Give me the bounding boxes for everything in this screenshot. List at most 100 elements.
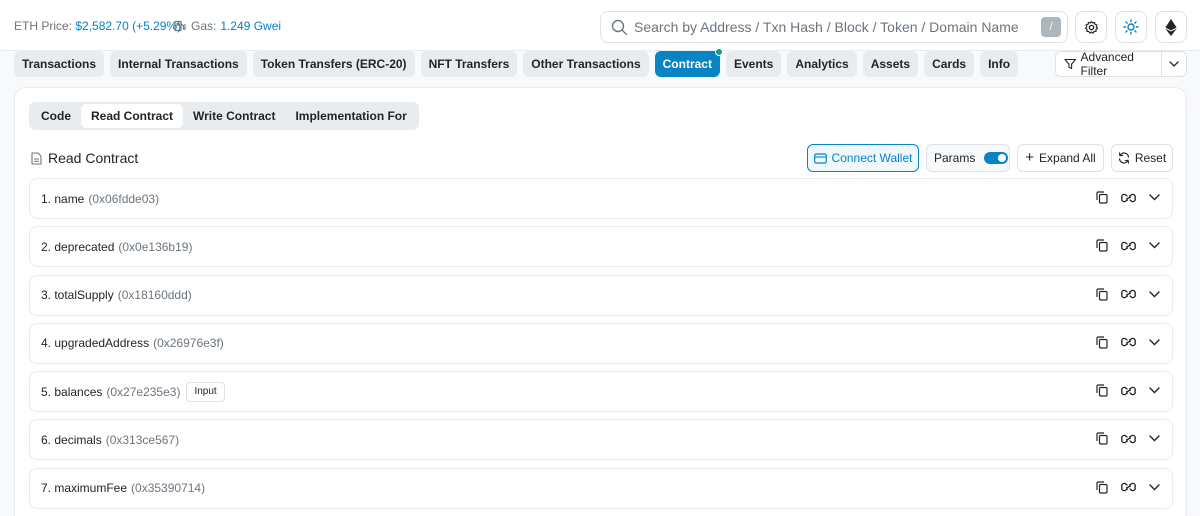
- method-selector: (0x35390714): [131, 481, 206, 496]
- method-name: 3. totalSupply: [41, 288, 114, 303]
- theme-toggle-button[interactable]: [1115, 11, 1147, 43]
- method-list: 1. name (0x06fdde03) 2. deprecated (0x0e…: [29, 178, 1173, 516]
- gas-value[interactable]: 1.249 Gwei: [220, 19, 281, 33]
- subtab-read-contract[interactable]: Read Contract: [81, 104, 184, 128]
- tab-label: NFT Transfers: [428, 57, 510, 71]
- eth-price: ETH Price: $2,582.70 (+5.29%): [14, 19, 181, 33]
- copy-icon[interactable]: [1096, 239, 1108, 252]
- tab-label: Contract: [662, 57, 712, 71]
- link-icon[interactable]: [1121, 433, 1136, 445]
- filter-icon: [1064, 58, 1077, 70]
- search-icon: [611, 19, 628, 36]
- method-name: 7. maximumFee: [41, 481, 128, 496]
- section-title-text: Read Contract: [48, 150, 139, 166]
- tab-assets[interactable]: Assets: [862, 51, 919, 77]
- link-icon[interactable]: [1121, 481, 1136, 493]
- params-label: Params: [934, 151, 976, 165]
- expand-all-button[interactable]: + Expand All: [1017, 144, 1104, 172]
- main-tabs: Transactions Internal Transactions Token…: [14, 48, 1019, 77]
- tab-transactions[interactable]: Transactions: [14, 51, 105, 77]
- method-row-3[interactable]: 3. totalSupply (0x18160ddd): [29, 274, 1173, 316]
- verified-dot: [714, 48, 723, 56]
- network-button[interactable]: [1155, 11, 1187, 43]
- copy-icon[interactable]: [1096, 432, 1108, 446]
- link-icon[interactable]: [1121, 192, 1136, 204]
- params-switch[interactable]: [984, 152, 1009, 164]
- gas-pump-icon: [174, 20, 186, 32]
- tab-label: Assets: [870, 57, 911, 71]
- subtab-write-contract[interactable]: Write Contract: [183, 104, 285, 128]
- method-name: 1. name: [41, 191, 85, 206]
- chevron-down-icon[interactable]: [1149, 290, 1160, 298]
- eth-price-value[interactable]: $2,582.70 (+5.29%): [75, 19, 181, 33]
- advanced-filter-label: Advanced Filter: [1080, 50, 1134, 78]
- contract-card: Code Read Contract Write Contract Implem…: [14, 87, 1187, 516]
- search-bar[interactable]: /: [600, 11, 1068, 43]
- subtab-label: Implementation For: [295, 109, 407, 123]
- link-icon[interactable]: [1121, 240, 1136, 252]
- link-icon[interactable]: [1121, 385, 1136, 397]
- gas-label: Gas:: [191, 19, 217, 33]
- tab-label: Internal Transactions: [118, 57, 239, 71]
- search-input[interactable]: [634, 19, 1041, 35]
- link-icon[interactable]: [1121, 288, 1136, 300]
- settings-button[interactable]: [1075, 11, 1107, 43]
- input-badge: Input: [186, 381, 225, 402]
- reset-button[interactable]: Reset: [1111, 144, 1173, 172]
- subtab-label: Read Contract: [91, 109, 174, 123]
- method-row-6[interactable]: 6. decimals (0x313ce567): [29, 419, 1173, 461]
- tab-contract[interactable]: Contract: [654, 48, 723, 77]
- connect-wallet-button[interactable]: Connect Wallet: [807, 144, 919, 172]
- tab-cards[interactable]: Cards: [924, 51, 975, 77]
- subtab-implementation-for[interactable]: Implementation For: [285, 104, 416, 128]
- tab-label: Events: [733, 57, 774, 71]
- copy-icon[interactable]: [1096, 287, 1108, 301]
- tab-internal-transactions[interactable]: Internal Transactions: [110, 51, 247, 77]
- method-selector: (0x18160ddd): [117, 288, 192, 303]
- method-row-7[interactable]: 7. maximumFee (0x35390714): [29, 467, 1173, 509]
- method-row-4[interactable]: 4. upgradedAddress (0x26976e3f): [29, 322, 1173, 364]
- method-name: 4. upgradedAddress: [41, 336, 150, 351]
- copy-icon[interactable]: [1096, 384, 1108, 397]
- method-actions: [1096, 336, 1160, 349]
- method-actions: [1096, 191, 1160, 204]
- method-row-5[interactable]: 5. balances (0x27e235e3) Input: [29, 371, 1173, 413]
- link-icon[interactable]: [1121, 336, 1136, 348]
- method-actions: [1096, 239, 1160, 252]
- sun-icon: [1123, 19, 1139, 35]
- top-bar: ETH Price: $2,582.70 (+5.29%) Gas: 1.249…: [0, 0, 1200, 51]
- method-actions: [1096, 481, 1160, 494]
- tab-label: Transactions: [22, 57, 97, 71]
- search-shortcut-key: /: [1041, 17, 1061, 37]
- tab-token-transfers[interactable]: Token Transfers (ERC-20): [252, 51, 415, 77]
- method-row-2[interactable]: 2. deprecated (0x0e136b19): [29, 226, 1173, 268]
- copy-icon[interactable]: [1096, 336, 1108, 349]
- gas-tracker: Gas: 1.249 Gwei: [174, 19, 281, 33]
- copy-icon[interactable]: [1096, 481, 1108, 494]
- tab-label: Other Transactions: [531, 57, 641, 71]
- method-selector: (0x26976e3f): [153, 336, 224, 351]
- section-title: Read Contract: [31, 150, 138, 166]
- chevron-down-icon[interactable]: [1149, 194, 1160, 201]
- chevron-down-icon[interactable]: [1149, 387, 1160, 394]
- params-toggle[interactable]: Params: [926, 144, 1010, 172]
- advanced-filter-dropdown[interactable]: [1162, 61, 1186, 67]
- chevron-down-icon[interactable]: [1149, 435, 1160, 442]
- tab-events[interactable]: Events: [725, 51, 782, 77]
- tab-other-transactions[interactable]: Other Transactions: [523, 51, 649, 77]
- copy-icon[interactable]: [1096, 191, 1108, 204]
- subtab-code[interactable]: Code: [31, 104, 81, 128]
- advanced-filter-button[interactable]: Advanced Filter: [1056, 50, 1162, 78]
- chevron-down-icon[interactable]: [1149, 484, 1160, 491]
- chevron-down-icon[interactable]: [1149, 339, 1160, 346]
- chevron-down-icon[interactable]: [1149, 242, 1160, 249]
- tab-info[interactable]: Info: [980, 51, 1019, 77]
- method-selector: (0x27e235e3): [106, 384, 181, 399]
- tab-nft-transfers[interactable]: NFT Transfers: [420, 51, 518, 77]
- subtab-label: Write Contract: [193, 109, 276, 123]
- tab-label: Token Transfers (ERC-20): [260, 57, 407, 71]
- method-row-1[interactable]: 1. name (0x06fdde03): [29, 178, 1173, 219]
- tab-label: Info: [988, 57, 1011, 71]
- method-name: 5. balances: [41, 384, 103, 399]
- tab-analytics[interactable]: Analytics: [787, 51, 857, 77]
